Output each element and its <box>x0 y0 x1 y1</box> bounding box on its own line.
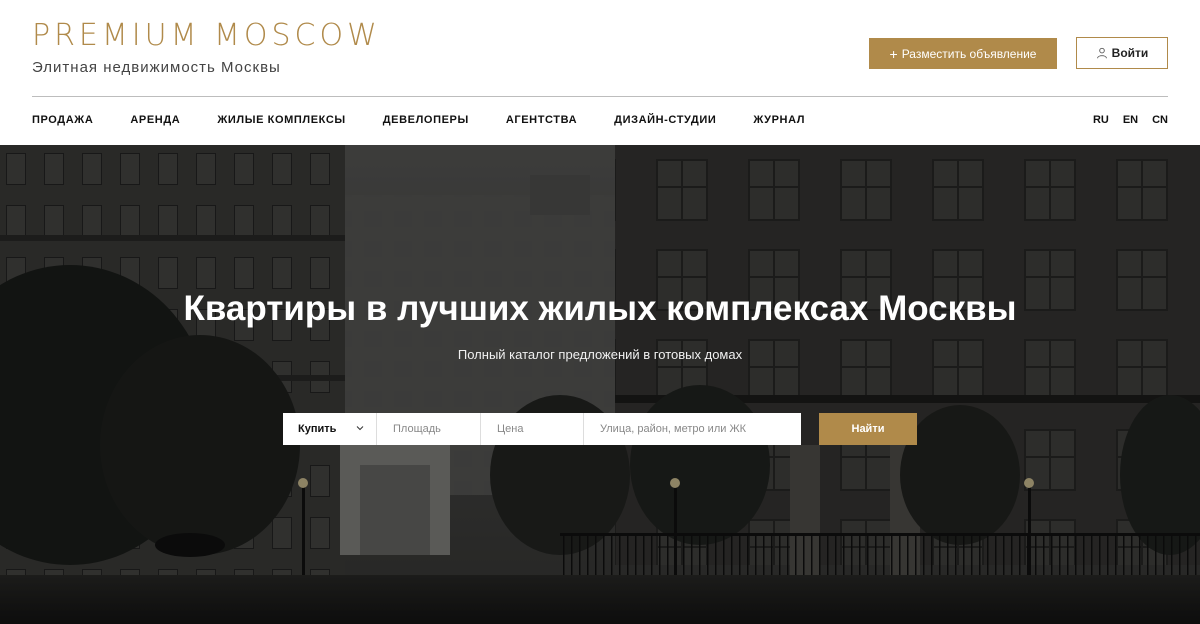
search-button[interactable]: Найти <box>819 413 917 445</box>
nav-item-developers[interactable]: ДЕВЕЛОПЕРЫ <box>383 114 469 126</box>
hero-overlay <box>0 145 1200 624</box>
post-ad-button[interactable]: + Разместить объявление <box>869 38 1057 69</box>
header-divider <box>32 96 1168 97</box>
nav-item-design-studios[interactable]: ДИЗАЙН-СТУДИИ <box>614 114 716 126</box>
lang-ru[interactable]: RU <box>1093 114 1109 126</box>
deal-type-select[interactable]: Купить <box>283 413 377 445</box>
nav-item-complexes[interactable]: ЖИЛЫЕ КОМПЛЕКСЫ <box>217 114 345 126</box>
nav-item-sale[interactable]: ПРОДАЖА <box>32 114 93 126</box>
area-input[interactable] <box>377 413 481 445</box>
deal-type-value: Купить <box>298 423 337 435</box>
nav-item-journal[interactable]: ЖУРНАЛ <box>753 114 805 126</box>
nav-item-agencies[interactable]: АГЕНТСТВА <box>506 114 577 126</box>
search-form: Купить <box>283 413 801 445</box>
hero-title: Квартиры в лучших жилых комплексах Москв… <box>183 289 1017 328</box>
lang-en[interactable]: EN <box>1123 114 1138 126</box>
plus-icon: + <box>889 45 898 62</box>
login-button[interactable]: Войти <box>1076 37 1168 69</box>
price-input[interactable] <box>481 413 584 445</box>
user-icon <box>1096 47 1107 59</box>
post-ad-label: Разместить объявление <box>901 46 1037 61</box>
logo-title: PREMIUM MOSCOW <box>32 18 381 53</box>
site-header: PREMIUM MOSCOW Элитная недвижимость Моск… <box>0 0 1200 145</box>
chevron-down-icon <box>356 426 364 431</box>
language-switcher: RU EN CN <box>1079 114 1168 126</box>
main-nav: ПРОДАЖА АРЕНДА ЖИЛЫЕ КОМПЛЕКСЫ ДЕВЕЛОПЕР… <box>32 114 842 126</box>
lang-cn[interactable]: CN <box>1152 114 1168 126</box>
address-input[interactable] <box>584 413 801 445</box>
hero-subtitle: Полный каталог предложений в готовых дом… <box>457 347 743 362</box>
logo-subtitle: Элитная недвижимость Москвы <box>32 59 281 76</box>
hero-section: Квартиры в лучших жилых комплексах Москв… <box>0 145 1200 624</box>
nav-item-rent[interactable]: АРЕНДА <box>130 114 180 126</box>
logo[interactable]: PREMIUM MOSCOW Элитная недвижимость Моск… <box>32 18 381 76</box>
login-label: Войти <box>1111 46 1149 60</box>
